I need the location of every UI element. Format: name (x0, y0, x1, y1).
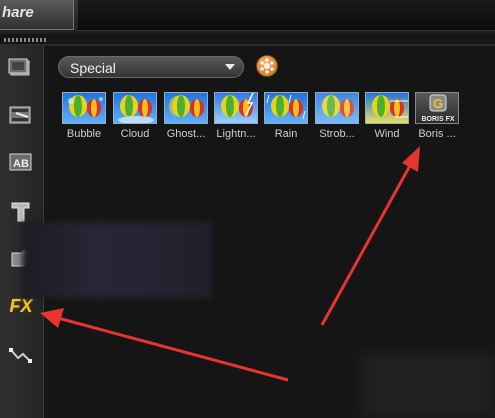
effect-label: Bubble (66, 128, 102, 140)
balloon-icon (266, 94, 306, 120)
effect-item-rain[interactable]: Rain (262, 92, 310, 140)
transition-ab-icon: AB (9, 153, 32, 171)
balloon-icon (118, 95, 154, 123)
effect-label: Ghost... (166, 128, 206, 140)
path-motion-icon (9, 348, 32, 363)
svg-text:BORIS FX: BORIS FX (421, 116, 454, 123)
effect-item-boris[interactable]: G BORIS FX Boris ... (413, 92, 461, 140)
balloon-icon (221, 93, 254, 117)
effect-thumbnail (62, 92, 106, 124)
boris-fx-logo-icon: G BORIS FX (421, 94, 455, 123)
effects-list: Bubble Cloud Ghost... Lightn... Rain Str… (60, 92, 480, 152)
sidebar-item-capture[interactable] (6, 54, 36, 82)
storyboard-icon (9, 106, 31, 124)
title-t-icon (11, 202, 30, 222)
effect-label: Wind (374, 128, 400, 140)
effect-label: Lightn... (216, 128, 256, 140)
svg-text:G: G (433, 96, 443, 111)
effect-item-cloud[interactable]: Cloud (111, 92, 159, 140)
top-bar: hare (0, 0, 495, 34)
panel-grip[interactable] (4, 38, 48, 42)
effect-label: Boris ... (418, 128, 456, 140)
options-icon (260, 58, 274, 74)
balloon-icon (68, 95, 103, 117)
effect-label: Rain (274, 128, 298, 140)
effect-item-lightning[interactable]: Lightn... (212, 92, 260, 140)
effect-item-strobe[interactable]: Strob... (313, 92, 361, 140)
top-bar-right-panel (78, 0, 495, 31)
effect-thumbnail (113, 92, 157, 124)
options-button[interactable] (256, 55, 278, 77)
effect-label: Strob... (319, 128, 355, 140)
sidebar-item-transition[interactable]: AB (6, 148, 36, 176)
effect-thumbnail: G BORIS FX (415, 92, 459, 124)
chevron-down-icon (225, 64, 235, 70)
category-dropdown-value: Special (70, 60, 116, 76)
capture-icon (8, 58, 30, 76)
blurred-region (360, 352, 495, 418)
effect-label: Cloud (120, 128, 150, 140)
effect-item-ghost[interactable]: Ghost... (162, 92, 210, 140)
balloon-icon (372, 95, 408, 118)
balloon-icon (316, 93, 358, 123)
share-tab-label: hare (2, 4, 34, 21)
effect-item-bubble[interactable]: Bubble (60, 92, 108, 140)
fx-filter-icon: FX (9, 295, 33, 316)
effect-item-wind[interactable]: Wind (363, 92, 411, 140)
effect-thumbnail (365, 92, 409, 124)
effect-thumbnail (164, 92, 208, 124)
effect-thumbnail (264, 92, 308, 124)
balloon-icon (169, 95, 204, 117)
blurred-region (22, 222, 212, 298)
sidebar-item-path[interactable] (6, 341, 36, 369)
effect-thumbnail (315, 92, 359, 124)
effect-thumbnail (214, 92, 258, 124)
sidebar-item-storyboard[interactable] (6, 101, 36, 129)
category-dropdown[interactable]: Special (58, 56, 244, 78)
svg-text:AB: AB (13, 158, 29, 170)
share-tab[interactable]: hare (0, 0, 74, 30)
